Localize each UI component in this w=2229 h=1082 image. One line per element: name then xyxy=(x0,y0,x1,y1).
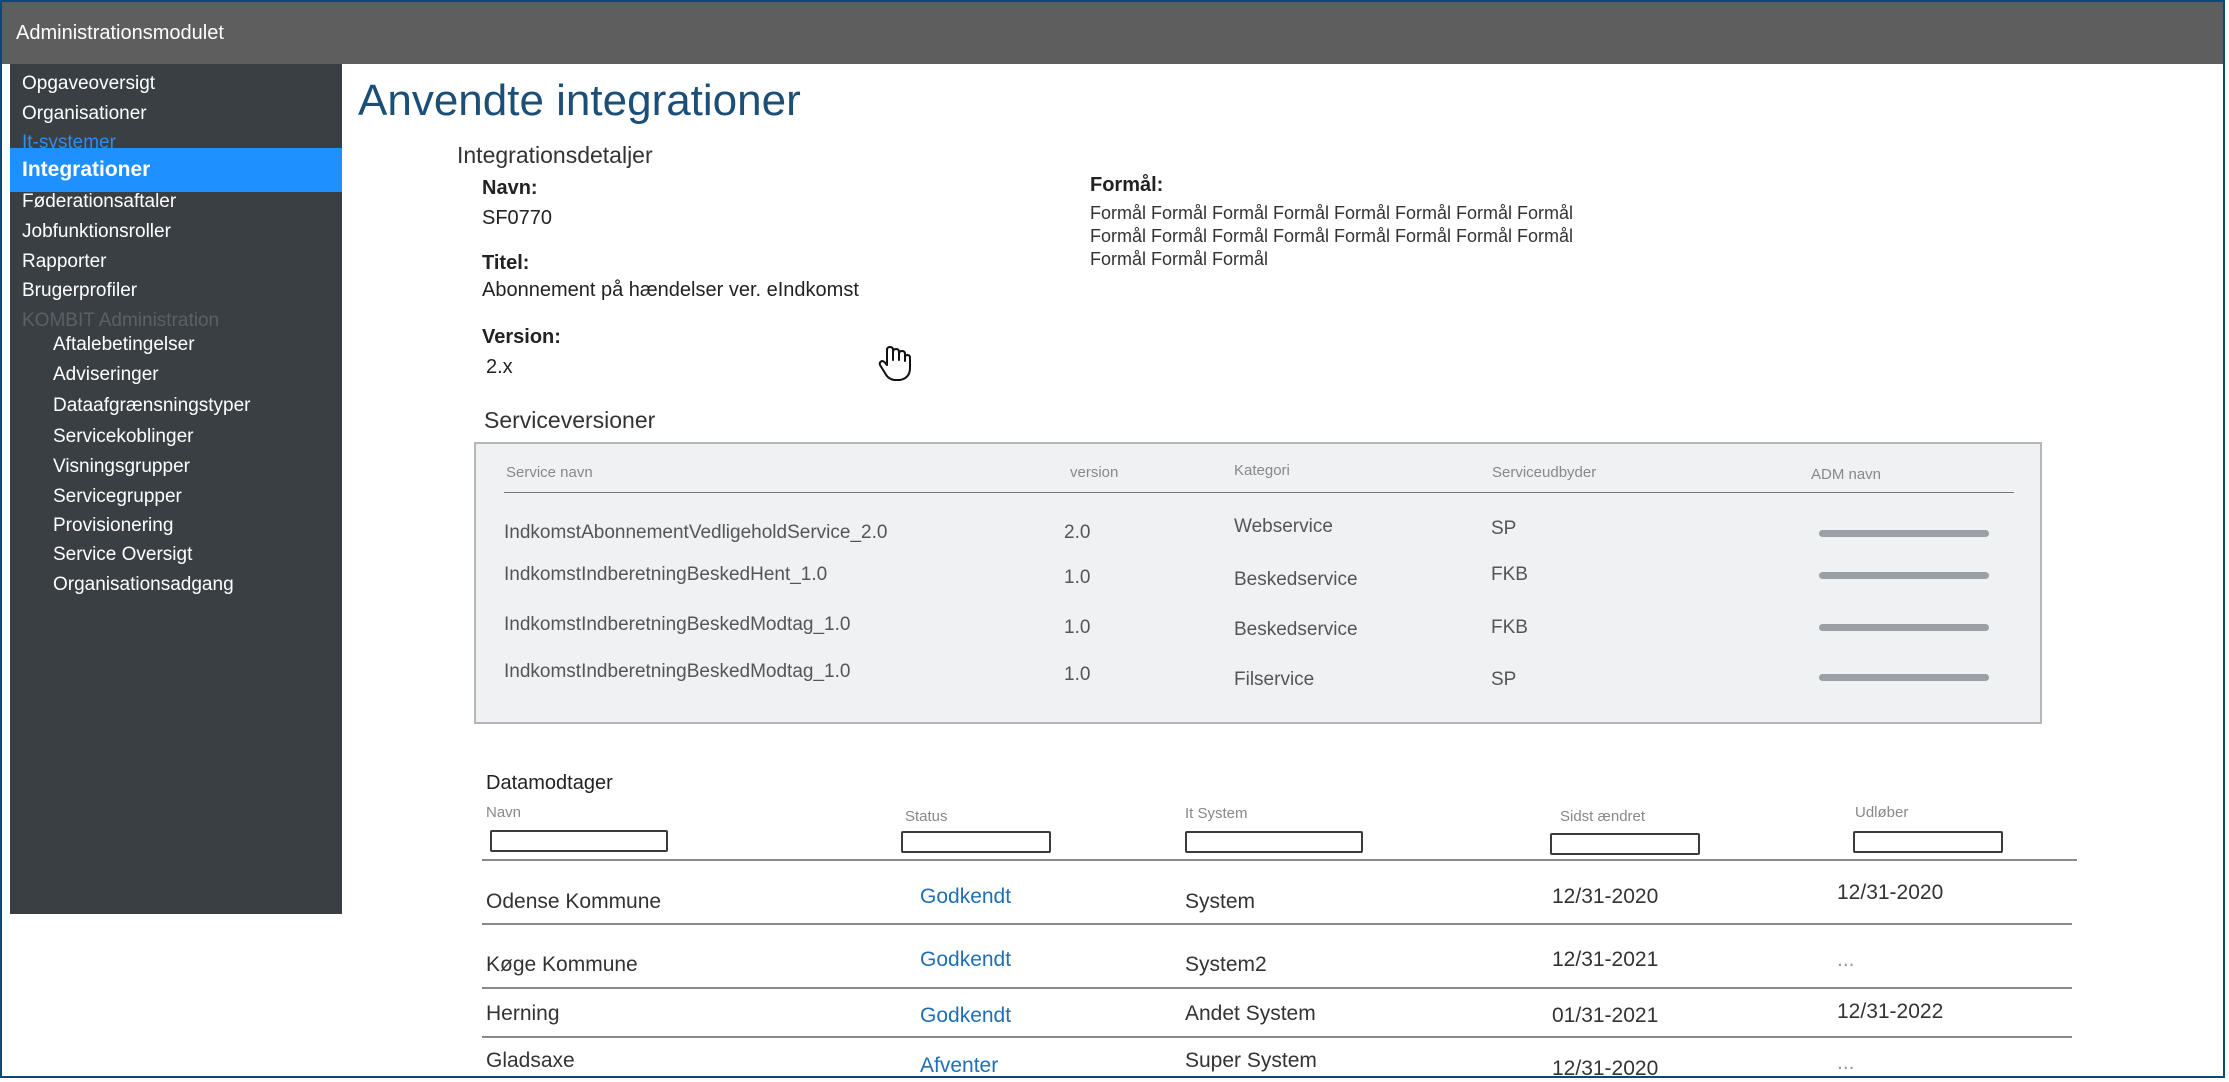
column-header-serviceudbyder: Serviceudbyder xyxy=(1492,464,1597,481)
it-system: Andet System xyxy=(1185,1002,1316,1025)
row-divider xyxy=(482,1036,2072,1038)
status-badge: Afventer xyxy=(920,1054,999,1077)
sidst-aendret: 01/31-2021 xyxy=(1552,1004,1659,1027)
app-title: Administrationsmodulet xyxy=(16,22,224,44)
table-cell: Filservice xyxy=(1234,669,1315,690)
sidebar-item-organisationsadgang[interactable]: Organisationsadgang xyxy=(10,565,342,605)
row-divider xyxy=(482,923,2072,925)
sidst-aendret: 12/31-2020 xyxy=(1552,885,1659,908)
datamodtager-name: Herning xyxy=(486,1002,560,1025)
title-label: Titel: xyxy=(482,252,530,274)
datamodtager-name: Odense Kommune xyxy=(486,890,662,913)
adm-navn-placeholder-bar xyxy=(1819,674,1989,681)
status-badge: Godkendt xyxy=(920,948,1012,971)
table-cell: IndkomstIndberetningBeskedModtag_1.0 xyxy=(504,661,851,682)
udloeber: 12/31-2020 xyxy=(1837,881,1944,904)
row-divider xyxy=(482,859,2077,861)
table-cell: IndkomstAbonnementVedligeholdService_2.0 xyxy=(504,522,888,543)
table-cell: 1.0 xyxy=(1064,664,1091,685)
column-header-navn: Navn xyxy=(486,804,522,821)
it-system: System xyxy=(1185,890,1256,913)
udloeber: ... xyxy=(1837,1051,1855,1074)
sidebar: Opgaveoversigt Organisationer It-systeme… xyxy=(10,64,342,914)
column-header-status: Status xyxy=(905,808,948,825)
column-header-it-system: It System xyxy=(1185,805,1248,822)
purpose-label: Formål: xyxy=(1090,174,1164,196)
purpose-text: Formål Formål Formål Formål Formål Formå… xyxy=(1090,203,1574,269)
table-cell: IndkomstIndberetningBeskedModtag_1.0 xyxy=(504,614,851,635)
table-cell: 2.0 xyxy=(1064,522,1091,543)
table-cell: Beskedservice xyxy=(1234,569,1358,590)
header-divider xyxy=(504,492,2014,493)
app-window: Administrationsmodulet Opgaveoversigt Or… xyxy=(0,0,2225,1078)
it-system: Super System xyxy=(1185,1049,1317,1072)
it-system: System2 xyxy=(1185,953,1267,976)
adm-navn-placeholder-bar xyxy=(1819,530,1989,537)
column-header-adm-navn: ADM navn xyxy=(1811,466,1882,483)
table-cell: Beskedservice xyxy=(1234,619,1358,640)
column-header-udloeber: Udløber xyxy=(1855,804,1909,821)
table-cell: SP xyxy=(1491,669,1517,690)
column-header-sidst-aendret: Sidst ændret xyxy=(1560,808,1646,825)
table-cell: 1.0 xyxy=(1064,567,1091,588)
table-cell: 1.0 xyxy=(1064,617,1091,638)
table-cell: Webservice xyxy=(1234,516,1333,537)
version-value: 2.x xyxy=(486,356,513,378)
hand-cursor-icon xyxy=(878,346,911,381)
datamodtager-heading: Datamodtager xyxy=(486,772,613,794)
filter-status-input[interactable] xyxy=(901,831,1051,853)
filter-udloeber-input[interactable] xyxy=(1853,831,2003,853)
filter-it-system-input[interactable] xyxy=(1185,831,1363,853)
app-title-bar: Administrationsmodulet xyxy=(2,2,2223,64)
column-header-version: version xyxy=(1070,464,1119,481)
adm-navn-placeholder-bar xyxy=(1819,572,1989,579)
details-heading: Integrationsdetaljer xyxy=(457,142,653,168)
title-value: Abonnement på hændelser ver. eIndkomst xyxy=(482,279,859,301)
serviceversions-table: Service navn version Kategori Serviceudb… xyxy=(474,442,2042,724)
name-label: Navn: xyxy=(482,177,538,199)
column-header-kategori: Kategori xyxy=(1234,462,1290,479)
udloeber: ... xyxy=(1837,948,1855,971)
datamodtager-name: Gladsaxe xyxy=(486,1049,575,1072)
row-divider xyxy=(482,987,2072,989)
sidst-aendret: 12/31-2020 xyxy=(1552,1057,1659,1078)
datamodtager-name: Køge Kommune xyxy=(486,953,638,976)
status-badge: Godkendt xyxy=(920,1004,1012,1027)
version-label: Version: xyxy=(482,326,561,348)
filter-navn-input[interactable] xyxy=(490,830,668,852)
name-value: SF0770 xyxy=(482,207,553,229)
status-badge: Godkendt xyxy=(920,885,1012,908)
page-title: Anvendte integrationer xyxy=(358,76,801,125)
table-cell: FKB xyxy=(1491,564,1528,585)
adm-navn-placeholder-bar xyxy=(1819,624,1989,631)
table-cell: SP xyxy=(1491,518,1517,539)
table-cell: IndkomstIndberetningBeskedHent_1.0 xyxy=(504,564,828,585)
udloeber: 12/31-2022 xyxy=(1837,1000,1944,1023)
sidst-aendret: 12/31-2021 xyxy=(1552,948,1659,971)
column-header-service-navn: Service navn xyxy=(506,464,593,481)
table-cell: FKB xyxy=(1491,617,1528,638)
serviceversions-heading: Serviceversioner xyxy=(484,407,656,433)
filter-sidst-aendret-input[interactable] xyxy=(1550,833,1700,855)
